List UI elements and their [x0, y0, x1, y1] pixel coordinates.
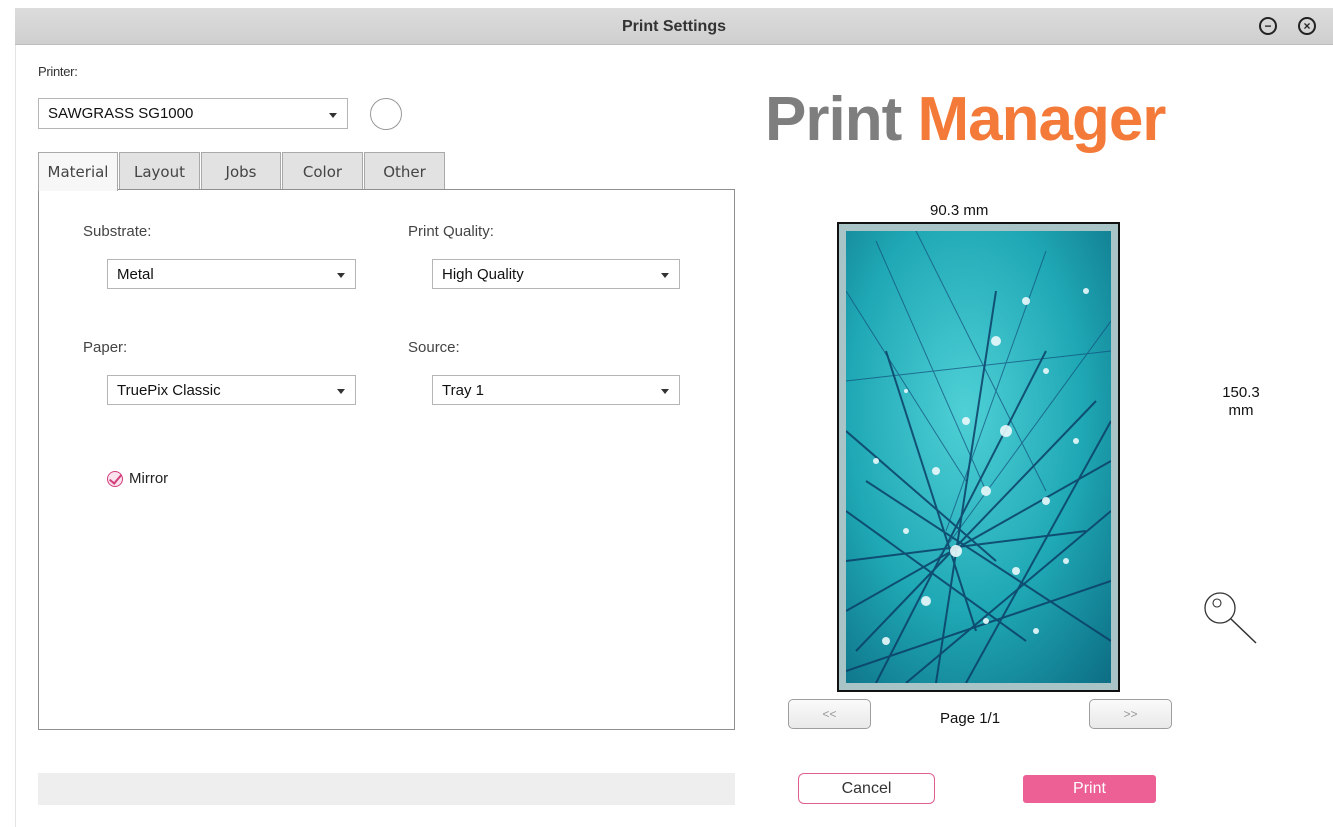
preview-height-label: 150.3 mm [1222, 384, 1260, 420]
tab-other[interactable]: Other [364, 152, 445, 190]
substrate-value: Metal [117, 265, 154, 283]
close-icon[interactable]: × [1298, 17, 1316, 35]
zoom-icon[interactable] [1202, 590, 1262, 646]
preview-height-value: 150.3 [1222, 384, 1260, 401]
tab-material[interactable]: Material [38, 152, 118, 191]
tab-jobs[interactable]: Jobs [201, 152, 281, 190]
cancel-button[interactable]: Cancel [798, 773, 935, 804]
chevron-down-icon [329, 112, 337, 118]
next-page-button[interactable]: >> [1089, 699, 1172, 729]
print-quality-label: Print Quality: [408, 223, 494, 240]
page-indicator: Page 1/1 [940, 710, 1001, 727]
window-title: Print Settings [621, 18, 726, 35]
paper-value: TruePix Classic [117, 381, 221, 399]
mirror-label: Mirror [129, 470, 169, 487]
print-preview [837, 222, 1120, 692]
source-value: Tray 1 [442, 381, 484, 399]
preview-width-label: 90.3 mm [930, 202, 989, 219]
mirror-checkbox[interactable] [107, 470, 123, 487]
status-circle-icon [370, 98, 402, 130]
printer-label: Printer: [38, 64, 78, 79]
substrate-label: Substrate: [83, 223, 152, 240]
printer-select[interactable]: SAWGRASS SG1000 [38, 98, 348, 129]
paper-select[interactable]: TruePix Classic [107, 375, 356, 405]
source-label: Source: [408, 339, 460, 356]
substrate-select[interactable]: Metal [107, 259, 356, 289]
source-select[interactable]: Tray 1 [432, 375, 680, 405]
paper-label: Paper: [83, 339, 128, 356]
chevron-down-icon [337, 273, 345, 278]
print-quality-select[interactable]: High Quality [432, 259, 680, 289]
preview-height-unit: mm [1228, 402, 1254, 419]
print-quality-value: High Quality [442, 265, 524, 283]
preview-image [846, 231, 1111, 683]
tab-color[interactable]: Color [282, 152, 363, 190]
print-manager-logo: Print Manager [765, 84, 1166, 155]
previous-page-button[interactable]: << [788, 699, 871, 729]
chevron-down-icon [337, 389, 345, 394]
minimize-icon[interactable]: − [1259, 17, 1277, 35]
title-bar: Print Settings − × [15, 8, 1333, 45]
print-button[interactable]: Print [1023, 775, 1156, 803]
chevron-down-icon [661, 273, 669, 278]
logo-word-print: Print [765, 85, 902, 154]
chevron-down-icon [661, 389, 669, 394]
printer-select-value: SAWGRASS SG1000 [48, 105, 194, 122]
mirror-option[interactable]: Mirror [107, 470, 168, 487]
progress-bar [38, 773, 735, 805]
tab-layout[interactable]: Layout [119, 152, 200, 190]
logo-word-manager: Manager [917, 85, 1166, 154]
